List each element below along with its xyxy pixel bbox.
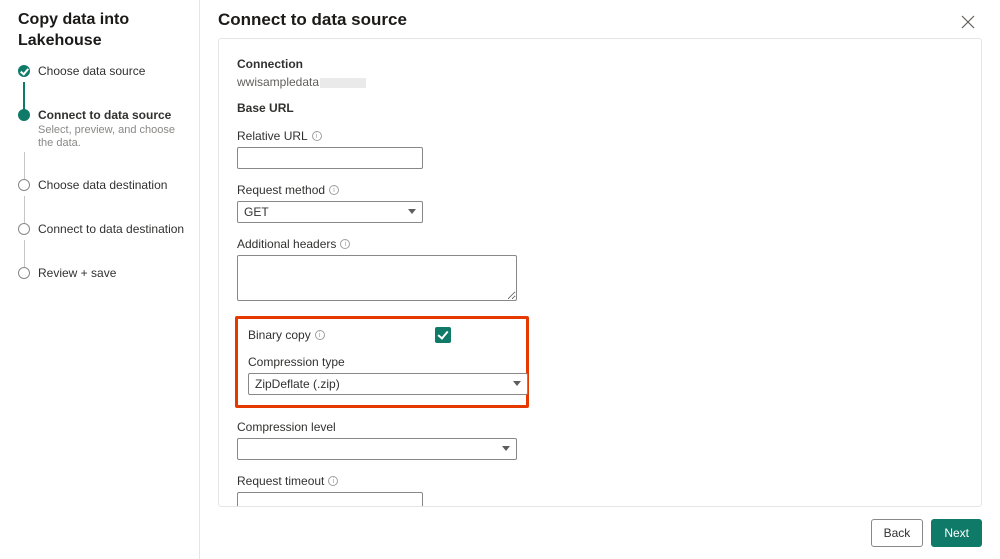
step-connector [18,156,187,176]
sidebar: Copy data into Lakehouse Choose data sou… [0,0,200,559]
compression-level-select[interactable] [237,438,517,460]
compression-type-select[interactable]: ZipDeflate (.zip) [248,373,528,395]
connection-label: Connection [237,57,963,71]
chevron-down-icon [502,446,510,454]
request-timeout-label: Request timeout i [237,474,963,488]
page-title: Connect to data source [218,10,982,30]
request-timeout-field: Request timeout i [237,474,963,507]
request-method-field: Request method i GET [237,183,963,223]
compression-type-label: Compression type [248,355,516,369]
circle-icon [18,223,30,235]
additional-headers-field: Additional headers i [237,237,963,304]
step-connect-to-data-destination[interactable]: Connect to data destination [18,222,187,238]
compression-type-field: Compression type ZipDeflate (.zip) [248,355,516,395]
binary-copy-checkbox[interactable] [435,327,451,343]
info-icon[interactable]: i [329,185,339,195]
request-method-select[interactable]: GET [237,201,423,223]
info-icon[interactable]: i [328,476,338,486]
binary-copy-label: Binary copy i [248,328,325,342]
step-connector [18,244,187,264]
circle-icon [18,267,30,279]
dot-icon [18,109,30,121]
step-choose-data-source[interactable]: Choose data source [18,64,187,80]
step-review-save[interactable]: Review + save [18,266,187,282]
info-icon[interactable]: i [312,131,322,141]
back-button[interactable]: Back [871,519,924,547]
info-icon[interactable]: i [340,239,350,249]
step-connector [18,86,187,106]
main-pane: Connect to data source Connection wwisam… [200,0,1000,559]
relative-url-input[interactable] [237,147,423,169]
check-icon [18,65,30,77]
chevron-down-icon [513,381,521,389]
base-url-label: Base URL [237,101,963,115]
compression-level-label: Compression level [237,420,963,434]
request-method-label: Request method i [237,183,963,197]
relative-url-label: Relative URL i [237,129,963,143]
relative-url-field: Relative URL i [237,129,963,169]
compression-level-field: Compression level [237,420,963,460]
info-icon[interactable]: i [315,330,325,340]
step-choose-data-destination[interactable]: Choose data destination [18,178,187,194]
circle-icon [18,179,30,191]
step-connector [18,200,187,220]
binary-copy-field: Binary copy i [248,327,516,343]
highlighted-region: Binary copy i Compression type ZipDeflat… [235,316,529,408]
next-button[interactable]: Next [931,519,982,547]
connection-value-text: wwisampledata [237,75,319,89]
form-card: Connection wwisampledata Base URL Relati… [218,38,982,507]
footer-buttons: Back Next [218,507,982,547]
wizard-steps: Choose data source Connect to data sourc… [18,64,187,282]
additional-headers-label: Additional headers i [237,237,963,251]
chevron-down-icon [408,209,416,217]
additional-headers-input[interactable] [237,255,517,301]
redacted-text [320,78,366,88]
request-timeout-input[interactable] [237,492,423,507]
connection-value: wwisampledata [237,75,963,89]
wizard-title: Copy data into Lakehouse [18,10,187,52]
close-button[interactable] [960,14,978,32]
step-connect-to-data-source[interactable]: Connect to data source Select, preview, … [18,108,187,150]
